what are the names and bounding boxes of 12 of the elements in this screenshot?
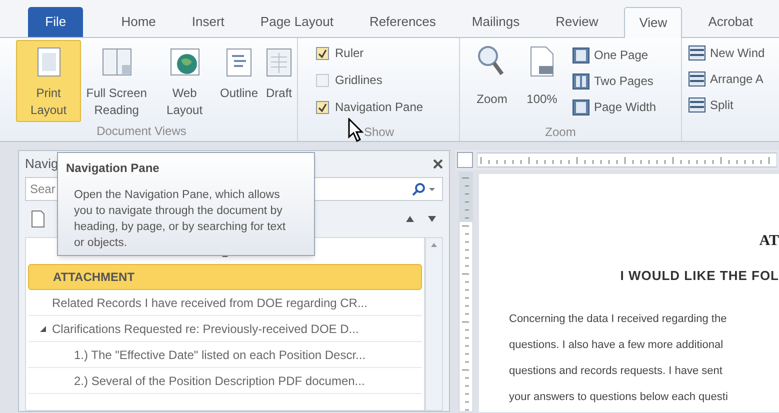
document-text: your answers to questions below each questi	[509, 390, 729, 405]
document-text: questions. I also have a few more additional	[509, 338, 724, 353]
group-label: Show	[364, 124, 394, 141]
group-label: Document Views	[96, 123, 188, 140]
document-text: Concerning the data I received regarding the	[509, 312, 728, 327]
tooltip-text: Open the Navigation Pane, which allows you to navigate through the document by heading, by page, or by searching for text or objects.	[73, 188, 287, 251]
tooltip-title: Navigation Pane	[66, 160, 160, 177]
pane-title: Navig	[25, 155, 58, 174]
document-text: questions and records requests. I have sent	[509, 364, 724, 379]
group-label: Zoom	[544, 124, 577, 141]
document-heading: I WOULD LIKE THE FOL	[620, 267, 779, 285]
document-title: AT	[759, 232, 779, 251]
